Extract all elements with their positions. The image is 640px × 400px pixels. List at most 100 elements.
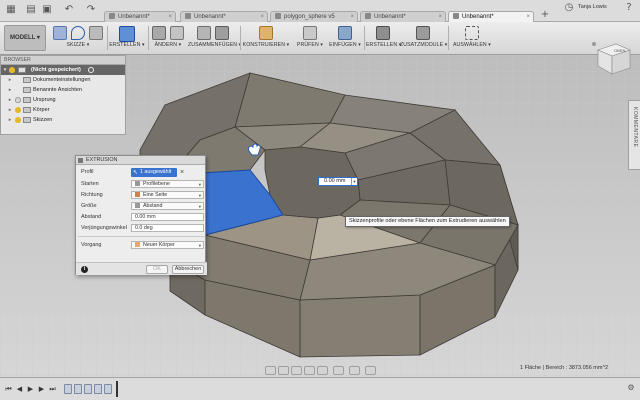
sketch-icon: [53, 26, 68, 40]
expand-arrow-icon[interactable]: ▸: [7, 95, 13, 105]
browser-item-bodies[interactable]: ▸ Körper: [1, 105, 125, 115]
redo-icon[interactable]: ↷: [84, 3, 98, 17]
extent-select[interactable]: Abstand ▾: [131, 202, 204, 210]
direction-select[interactable]: Eine Seite ▾: [131, 191, 204, 199]
timeline-feature-sketch[interactable]: [104, 384, 112, 394]
user-name[interactable]: Tanja Lowis: [578, 4, 607, 10]
distance-field[interactable]: 0.00 mm: [131, 213, 204, 221]
start-select[interactable]: Profilebene ▾: [131, 180, 204, 188]
viewcube[interactable]: OBEN: [590, 36, 636, 82]
browser-item-document-settings[interactable]: ▸ Dokumenteinstellungen: [1, 75, 125, 85]
toolbar-group-inspect[interactable]: PRÜFEN ▾: [292, 24, 328, 53]
comments-panel-tab[interactable]: KOMMENTARE: [628, 100, 640, 170]
distance-input[interactable]: 0.00 mm ▾: [318, 177, 358, 186]
document-icon: [275, 13, 281, 19]
chevron-down-icon: ▾: [198, 182, 201, 187]
workspace-switcher[interactable]: MODELL ▾: [4, 25, 46, 51]
cancel-button[interactable]: Abbrechen: [172, 265, 204, 274]
help-icon[interactable]: ?: [622, 1, 636, 15]
activate-radio-icon[interactable]: [88, 67, 94, 73]
browser-item-sketches[interactable]: ▸ Skizzen: [1, 115, 125, 125]
play-icon[interactable]: ▶: [26, 384, 35, 394]
visibility-bulb-icon[interactable]: [15, 117, 21, 123]
expand-arrow-icon[interactable]: ▸: [7, 105, 13, 115]
zoom-icon[interactable]: [304, 366, 315, 375]
visibility-bulb-icon[interactable]: [15, 97, 21, 103]
profile-plane-icon: [135, 181, 140, 186]
timeline-feature-sketch[interactable]: [84, 384, 92, 394]
viewcube-face-label: OBEN: [614, 48, 625, 53]
job-status-icon[interactable]: ◷: [562, 1, 576, 15]
toolbar-group-assemble[interactable]: ZUSAMMENFÜGEN ▾: [188, 24, 241, 53]
timeline-feature-extrude[interactable]: [94, 384, 102, 394]
toolbar-group-create[interactable]: ERSTELLEN ▾: [109, 24, 145, 53]
collapse-arrow-icon[interactable]: ▾: [2, 65, 8, 75]
browser-root-item[interactable]: ▾ (Nicht gespeichert): [1, 65, 125, 75]
gear-icon[interactable]: ⚙: [626, 383, 636, 393]
document-icon: [365, 13, 371, 19]
browser-panel: BROWSER ▾ (Nicht gespeichert) ▸ Dokument…: [0, 55, 126, 135]
clear-selection-icon[interactable]: ×: [180, 168, 184, 177]
operation-row: Vorgang Neuer Körper ▾: [76, 241, 207, 250]
start-row: Starten Profilebene ▾: [76, 180, 207, 189]
toolbar-group-make[interactable]: ERSTELLEN ▾: [366, 24, 401, 53]
distance-icon: [135, 203, 140, 208]
fillet-icon: [169, 26, 184, 40]
home-view-icon[interactable]: [592, 42, 596, 46]
dialog-divider: [78, 236, 205, 237]
toolbar-group-addins[interactable]: ZUSATZMODULE ▾: [400, 24, 447, 53]
look-at-icon[interactable]: [278, 366, 289, 375]
toolbar-separator: [448, 26, 449, 50]
distance-dropdown-icon[interactable]: ▾: [351, 178, 357, 185]
toolbar-group-modify[interactable]: ÄNDERN ▾: [150, 24, 186, 53]
selection-tooltip: Skizzenprofile oder ebene Flächen zum Ex…: [345, 216, 510, 227]
visibility-bulb-icon[interactable]: [9, 67, 15, 73]
toolbar-separator: [148, 26, 149, 50]
new-tab-icon[interactable]: +: [538, 8, 552, 22]
expand-arrow-icon[interactable]: ▸: [7, 115, 13, 125]
step-forward-icon[interactable]: ▶: [37, 384, 46, 394]
toolbar-group-insert[interactable]: EINFÜGEN ▾: [328, 24, 362, 53]
fit-icon[interactable]: [317, 366, 328, 375]
taper-angle-field[interactable]: 0.0 deg: [131, 224, 204, 232]
display-settings-icon[interactable]: [333, 366, 344, 375]
visibility-bulb-icon[interactable]: [15, 107, 21, 113]
orbit-icon[interactable]: [265, 366, 276, 375]
chevron-down-icon: ▾: [198, 243, 201, 248]
arc-icon: [71, 26, 85, 40]
viewports-icon[interactable]: [365, 366, 376, 375]
extent-row: Größe Abstand ▾: [76, 202, 207, 211]
new-component-icon: [197, 26, 212, 40]
direction-row: Richtung Eine Seite ▾: [76, 191, 207, 200]
dialog-header[interactable]: EXTRUSION: [76, 156, 205, 165]
distance-row: Abstand 0.00 mm: [76, 213, 207, 222]
profile-selection-chip[interactable]: ↖ 1 ausgewählt: [131, 168, 177, 177]
ok-button[interactable]: OK: [146, 265, 168, 274]
expand-arrow-icon[interactable]: ▸: [7, 75, 13, 85]
main-toolbar: MODELL ▾ SKIZZE ▾ ERSTELLEN ▾ ÄNDERN ▾ Z…: [0, 22, 640, 55]
browser-item-origin[interactable]: ▸ Ursprung: [1, 95, 125, 105]
folder-icon: [23, 107, 31, 113]
chevron-down-icon: ▾: [198, 204, 201, 209]
go-to-end-icon[interactable]: ⏭: [48, 384, 57, 394]
dialog-footer: i OK Abbrechen: [76, 262, 207, 275]
info-icon[interactable]: i: [81, 266, 88, 273]
operation-select[interactable]: Neuer Körper ▾: [131, 241, 204, 249]
grid-settings-icon[interactable]: [349, 366, 360, 375]
pan-icon[interactable]: [291, 366, 302, 375]
go-to-start-icon[interactable]: ⏮: [4, 384, 13, 394]
toolbar-group-select[interactable]: AUSWÄHLEN ▾: [450, 24, 494, 53]
browser-header[interactable]: BROWSER: [1, 56, 125, 65]
step-back-icon[interactable]: ◀: [15, 384, 24, 394]
timeline-feature-extrude[interactable]: [74, 384, 82, 394]
toolbar-separator: [240, 26, 241, 50]
timeline-feature-sketch[interactable]: [64, 384, 72, 394]
timeline-marker[interactable]: [116, 381, 118, 397]
extrude-icon: [119, 26, 135, 42]
toolbar-group-construct[interactable]: KONSTRUIEREN ▾: [242, 24, 290, 53]
document-icon: [453, 13, 459, 19]
folder-icon: [23, 97, 31, 103]
browser-item-named-views[interactable]: ▸ Benannte Ansichten: [1, 85, 125, 95]
expand-arrow-icon[interactable]: ▸: [7, 85, 13, 95]
toolbar-group-sketch[interactable]: SKIZZE ▾: [50, 24, 106, 53]
